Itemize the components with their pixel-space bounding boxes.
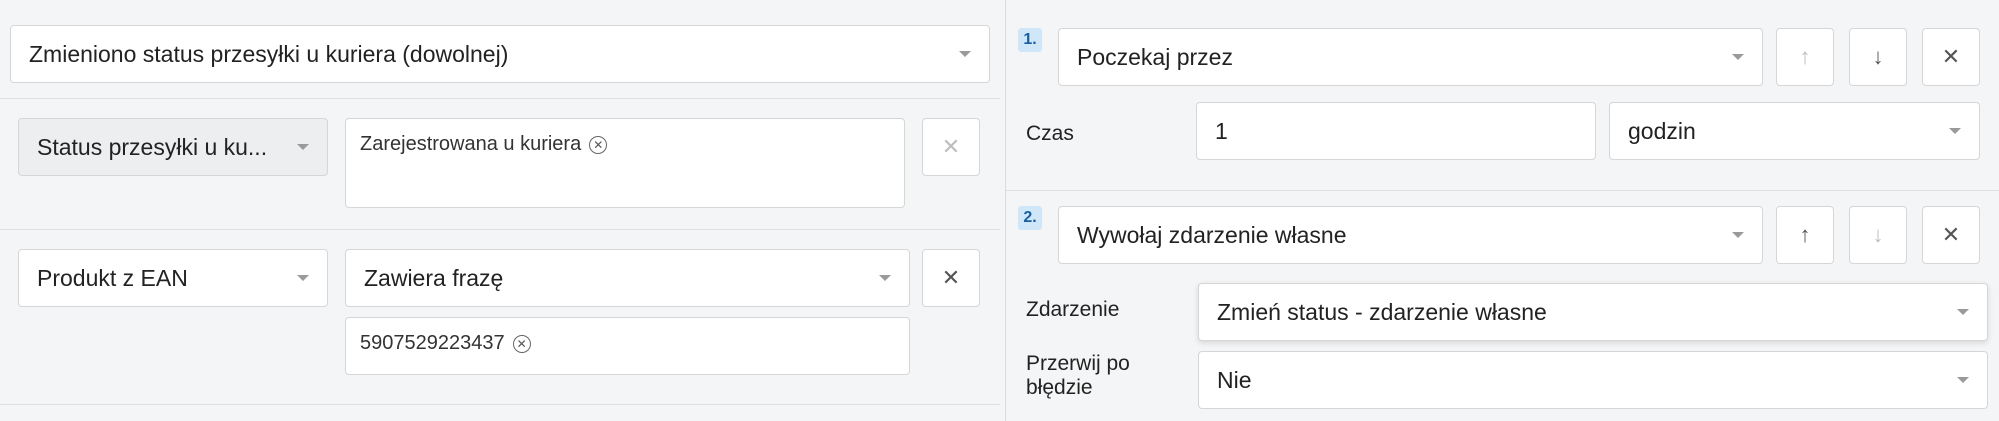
chevron-down-icon bbox=[297, 275, 309, 281]
step1-action-select[interactable]: Poczekaj przez bbox=[1058, 28, 1763, 86]
chevron-down-icon bbox=[1732, 54, 1744, 60]
remove-tag-icon[interactable]: ✕ bbox=[512, 334, 531, 353]
actions-panel: 1. Poczekaj przez ↑ ↓ ✕ Czas 1 godzin 2.… bbox=[1005, 0, 1999, 421]
close-icon: ✕ bbox=[941, 134, 961, 159]
step2-event-select[interactable]: Zmień status - zdarzenie własne bbox=[1198, 283, 1988, 341]
divider bbox=[0, 229, 1000, 230]
condition1-values-input[interactable]: Zarejestrowana u kuriera ✕ bbox=[345, 118, 905, 208]
trigger-select-value: Zmieniono status przesyłki u kuriera (do… bbox=[29, 40, 509, 67]
chevron-down-icon bbox=[297, 144, 309, 150]
arrow-up-icon: ↑ bbox=[1799, 222, 1811, 247]
step2-remove-button[interactable]: ✕ bbox=[1922, 206, 1980, 264]
step2-number-badge: 2. bbox=[1018, 206, 1042, 230]
divider bbox=[1006, 190, 1999, 191]
step1-time-value: 1 bbox=[1215, 117, 1228, 144]
condition2-operator-select[interactable]: Zawiera frazę bbox=[345, 249, 910, 307]
arrow-up-icon: ↑ bbox=[1799, 44, 1811, 69]
step2-move-down-button[interactable]: ↓ bbox=[1849, 206, 1907, 264]
condition1-field-value: Status przesyłki u ku... bbox=[37, 133, 268, 160]
chevron-down-icon bbox=[1957, 309, 1969, 315]
step1-time-label: Czas bbox=[1026, 122, 1074, 145]
step1-remove-button[interactable]: ✕ bbox=[1922, 28, 1980, 86]
condition2-operator-value: Zawiera frazę bbox=[364, 264, 504, 291]
condition2-values-input[interactable]: 5907529223437 ✕ bbox=[345, 317, 910, 375]
tag-label: 5907529223437 bbox=[360, 332, 505, 354]
trigger-select[interactable]: Zmieniono status przesyłki u kuriera (do… bbox=[10, 25, 990, 83]
step1-action-value: Poczekaj przez bbox=[1077, 43, 1233, 70]
step2-action-select[interactable]: Wywołaj zdarzenie własne bbox=[1058, 206, 1763, 264]
step2-event-label: Zdarzenie bbox=[1026, 298, 1120, 321]
divider bbox=[0, 404, 1000, 405]
step1-move-down-button[interactable]: ↓ bbox=[1849, 28, 1907, 86]
condition2-remove-button[interactable]: ✕ bbox=[922, 249, 980, 307]
arrow-down-icon: ↓ bbox=[1872, 222, 1884, 247]
step2-stop-value: Nie bbox=[1217, 366, 1252, 393]
close-icon: ✕ bbox=[941, 265, 961, 290]
conditions-panel: Zmieniono status przesyłki u kuriera (do… bbox=[0, 0, 1000, 421]
chevron-down-icon bbox=[1957, 377, 1969, 383]
condition1-remove-button[interactable]: ✕ bbox=[922, 118, 980, 176]
condition1-field-select[interactable]: Status przesyłki u ku... bbox=[18, 118, 328, 176]
automation-editor: Zmieniono status przesyłki u kuriera (do… bbox=[0, 0, 1999, 421]
condition2-field-value: Produkt z EAN bbox=[37, 264, 188, 291]
condition1-value-tag: Zarejestrowana u kuriera ✕ bbox=[360, 133, 608, 156]
step1-unit-select[interactable]: godzin bbox=[1609, 102, 1980, 160]
step1-number-badge: 1. bbox=[1018, 28, 1042, 52]
remove-tag-icon[interactable]: ✕ bbox=[589, 135, 608, 154]
step2-stop-select[interactable]: Nie bbox=[1198, 351, 1988, 409]
step1-unit-value: godzin bbox=[1628, 117, 1696, 144]
chevron-down-icon bbox=[879, 275, 891, 281]
step2-stop-label-line1: Przerwij po bbox=[1026, 352, 1130, 375]
step2-action-value: Wywołaj zdarzenie własne bbox=[1077, 221, 1347, 248]
close-icon: ✕ bbox=[1941, 44, 1961, 69]
chevron-down-icon bbox=[1949, 128, 1961, 134]
chevron-down-icon bbox=[1732, 232, 1744, 238]
condition2-field-select[interactable]: Produkt z EAN bbox=[18, 249, 328, 307]
step2-event-value: Zmień status - zdarzenie własne bbox=[1217, 298, 1547, 325]
step1-time-input[interactable]: 1 bbox=[1196, 102, 1596, 160]
divider bbox=[0, 98, 1000, 99]
tag-label: Zarejestrowana u kuriera bbox=[360, 133, 582, 155]
step2-move-up-button[interactable]: ↑ bbox=[1776, 206, 1834, 264]
condition2-value-tag: 5907529223437 ✕ bbox=[360, 332, 531, 355]
step2-stop-label: Przerwij po błędzie bbox=[1026, 352, 1130, 400]
chevron-down-icon bbox=[959, 51, 971, 57]
step2-stop-label-line2: błędzie bbox=[1026, 376, 1093, 399]
close-icon: ✕ bbox=[1941, 222, 1961, 247]
arrow-down-icon: ↓ bbox=[1872, 44, 1884, 69]
step1-move-up-button[interactable]: ↑ bbox=[1776, 28, 1834, 86]
